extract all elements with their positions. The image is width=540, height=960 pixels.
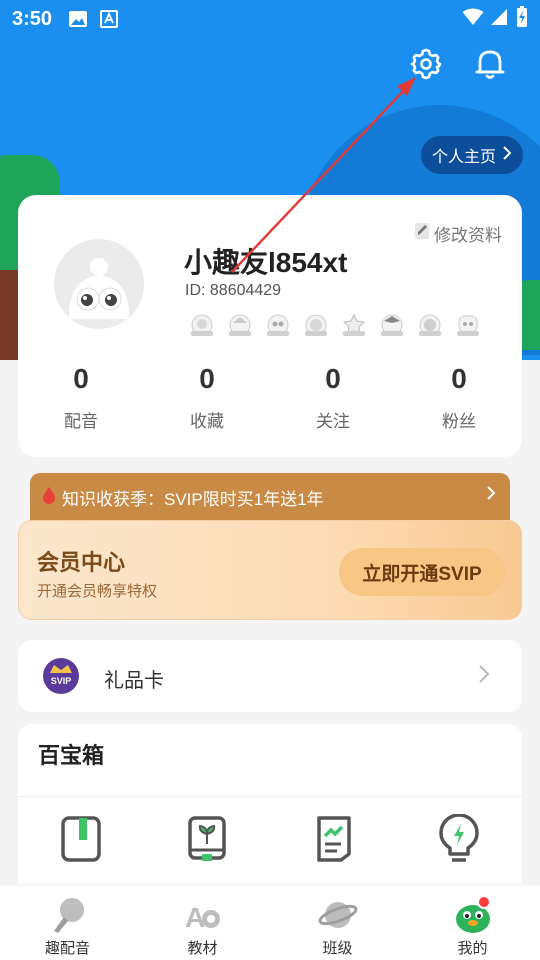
nav-label: 教材 xyxy=(187,940,218,957)
nav-tab-dubbing[interactable]: 趣配音 xyxy=(0,885,135,960)
open-svip-button[interactable]: 立即开通SVIP xyxy=(339,548,505,596)
promo-text: 知识收获季：SVIP限时买1年送1年 xyxy=(62,489,324,509)
report-icon xyxy=(317,816,351,862)
battery-charging-icon xyxy=(516,6,528,33)
notification-bell-icon[interactable] xyxy=(470,44,510,84)
toolbox-item[interactable] xyxy=(18,814,144,864)
status-time: 3:50 xyxy=(12,8,53,30)
lightbulb-icon xyxy=(439,814,479,862)
badge-icon xyxy=(267,314,289,336)
planet-icon xyxy=(318,902,357,928)
stat-dubbing[interactable]: 0 配音 xyxy=(18,363,144,432)
badge-icon xyxy=(381,314,403,336)
member-center-card[interactable]: 会员中心 开通会员畅享特权 立即开通SVIP xyxy=(18,520,522,620)
toolbox-item[interactable] xyxy=(270,814,396,864)
plant-book-icon xyxy=(188,816,226,861)
stat-value: 0 xyxy=(199,363,215,394)
gift-card-row[interactable]: SVIP 礼品卡 xyxy=(18,640,522,712)
stat-followers[interactable]: 0 粉丝 xyxy=(396,363,522,432)
stat-following[interactable]: 0 关注 xyxy=(270,363,396,432)
microphone-icon xyxy=(53,898,84,933)
settings-gear-icon[interactable] xyxy=(406,44,446,84)
gift-card-label: 礼品卡 xyxy=(104,670,164,692)
badge-icon xyxy=(305,314,327,336)
edit-pencil-icon xyxy=(414,222,430,245)
username: 小趣友l854xt xyxy=(184,247,348,278)
promo-banner[interactable]: 知识收获季：SVIP限时买1年送1年 xyxy=(30,473,510,521)
badge-icon xyxy=(191,314,213,336)
bottom-navigation: 趣配音 A 教材 班级 我的 xyxy=(0,884,540,960)
nav-tab-class[interactable]: 班级 xyxy=(270,885,405,960)
achievement-badges[interactable] xyxy=(188,313,482,337)
image-notification-icon xyxy=(68,10,88,33)
badge-icon xyxy=(229,314,251,336)
toolbox-item[interactable] xyxy=(144,814,270,864)
chevron-right-icon xyxy=(486,486,496,505)
badge-icon xyxy=(342,313,366,336)
notification-dot xyxy=(477,895,491,909)
user-id: ID: 88604429 xyxy=(185,282,282,299)
member-center-subtitle: 开通会员畅享特权 xyxy=(37,583,158,600)
svip-badge-text: SVIP xyxy=(51,676,72,686)
stat-value: 0 xyxy=(325,363,341,394)
member-center-title: 会员中心 xyxy=(37,550,126,575)
nav-label: 我的 xyxy=(457,940,488,957)
wifi-icon xyxy=(462,8,484,31)
nav-label: 班级 xyxy=(322,940,353,957)
profile-stats: 0 配音 0 收藏 0 关注 0 粉丝 xyxy=(18,363,522,432)
svip-crown-icon: SVIP xyxy=(42,657,80,695)
notebook-icon xyxy=(61,816,101,862)
stat-value: 0 xyxy=(73,363,89,394)
nav-tab-mine[interactable]: 我的 xyxy=(405,885,540,960)
font-notification-icon xyxy=(100,10,118,33)
badge-icon xyxy=(419,314,441,336)
edit-profile-link[interactable]: 修改资料 xyxy=(414,221,502,246)
stat-label: 粉丝 xyxy=(442,412,476,431)
stat-favorites[interactable]: 0 收藏 xyxy=(144,363,270,432)
badge-icon xyxy=(457,315,479,336)
stat-value: 0 xyxy=(451,363,467,394)
divider xyxy=(18,796,522,797)
nav-tab-textbook[interactable]: A 教材 xyxy=(135,885,270,960)
textbook-ab-icon: A xyxy=(185,902,220,933)
personal-homepage-label: 个人主页 xyxy=(431,149,496,166)
toolbox-items xyxy=(18,814,522,864)
stat-label: 关注 xyxy=(316,412,350,431)
nav-label: 趣配音 xyxy=(44,940,90,957)
edit-profile-label: 修改资料 xyxy=(434,226,502,245)
stat-label: 配音 xyxy=(64,412,98,431)
toolbox-item[interactable] xyxy=(396,814,522,864)
avatar[interactable] xyxy=(54,239,144,329)
chevron-right-icon xyxy=(502,145,512,165)
drop-icon xyxy=(42,486,56,509)
toolbox-title: 百宝箱 xyxy=(38,743,105,768)
chevron-right-icon xyxy=(478,664,490,689)
status-bar: 3:50 xyxy=(0,0,540,38)
personal-homepage-button[interactable]: 个人主页 xyxy=(421,136,523,174)
signal-icon xyxy=(490,8,508,31)
profile-card: 修改资料 小趣友l854xt ID: 88604429 0 配音 0 收藏 0 … xyxy=(18,195,522,457)
stat-label: 收藏 xyxy=(190,412,224,431)
